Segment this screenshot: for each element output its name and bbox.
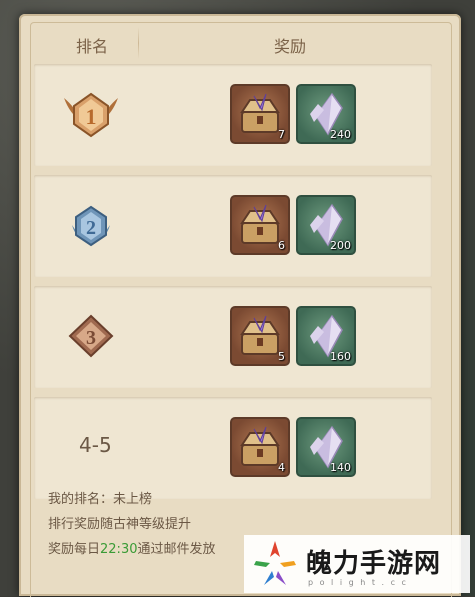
item-count: 140 [330, 461, 351, 474]
rank-row-1: 1 7 240 [34, 64, 432, 166]
reward-crystal-item[interactable]: 140 [296, 417, 356, 477]
rank-1-medal-number: 1 [86, 104, 97, 129]
reward-crystal-item[interactable]: 160 [296, 306, 356, 366]
reward-chest-item[interactable]: 5 [230, 306, 290, 366]
rank-2-medal-number: 2 [86, 217, 96, 239]
item-count: 5 [278, 350, 285, 363]
rank-rule-text: 排行奖励随古神等级提升 [48, 517, 192, 532]
reward-time-suffix: 通过邮件发放 [137, 542, 216, 557]
reward-crystal-item[interactable]: 200 [296, 195, 356, 255]
rank-range-label: 4-5 [79, 433, 112, 457]
reward-chest-item[interactable]: 7 [230, 84, 290, 144]
table-header: 排名 奖励 [34, 23, 445, 63]
reward-chest-item[interactable]: 6 [230, 195, 290, 255]
item-count: 200 [330, 239, 351, 252]
rank-3-medal-number: 3 [86, 327, 96, 349]
reward-chest-item[interactable]: 4 [230, 417, 290, 477]
rank-3-medal-icon: 3 [56, 306, 126, 366]
column-header-rank: 排名 [76, 37, 109, 56]
header-divider [138, 27, 139, 59]
watermark-text: 魄力手游网 [306, 549, 442, 579]
rank-row-4-5: 4-5 4 140 [34, 397, 432, 499]
item-count: 160 [330, 350, 351, 363]
my-rank-text: 我的排名：未上榜 [48, 492, 153, 507]
item-count: 4 [278, 461, 285, 474]
rank-row-2: 2 6 200 [34, 175, 432, 277]
rank-1-medal-icon: 1 [56, 84, 126, 144]
site-watermark: 魄力手游网 p o l i g h t . c c [244, 535, 470, 593]
reward-time-prefix: 奖励每日 [48, 542, 101, 557]
reward-time-text: 奖励每日22:30通过邮件发放 [48, 538, 216, 557]
reward-crystal-item[interactable]: 240 [296, 84, 356, 144]
watermark-subtext: p o l i g h t . c c [308, 578, 408, 587]
watermark-logo-icon [254, 541, 296, 585]
item-count: 6 [278, 239, 285, 252]
column-header-reward: 奖励 [274, 37, 307, 56]
reward-time: 22:30 [100, 542, 138, 557]
rank-row-3: 3 5 160 [34, 286, 432, 388]
rank-2-medal-icon: 2 [56, 195, 126, 255]
item-count: 7 [278, 128, 285, 141]
item-count: 240 [330, 128, 351, 141]
